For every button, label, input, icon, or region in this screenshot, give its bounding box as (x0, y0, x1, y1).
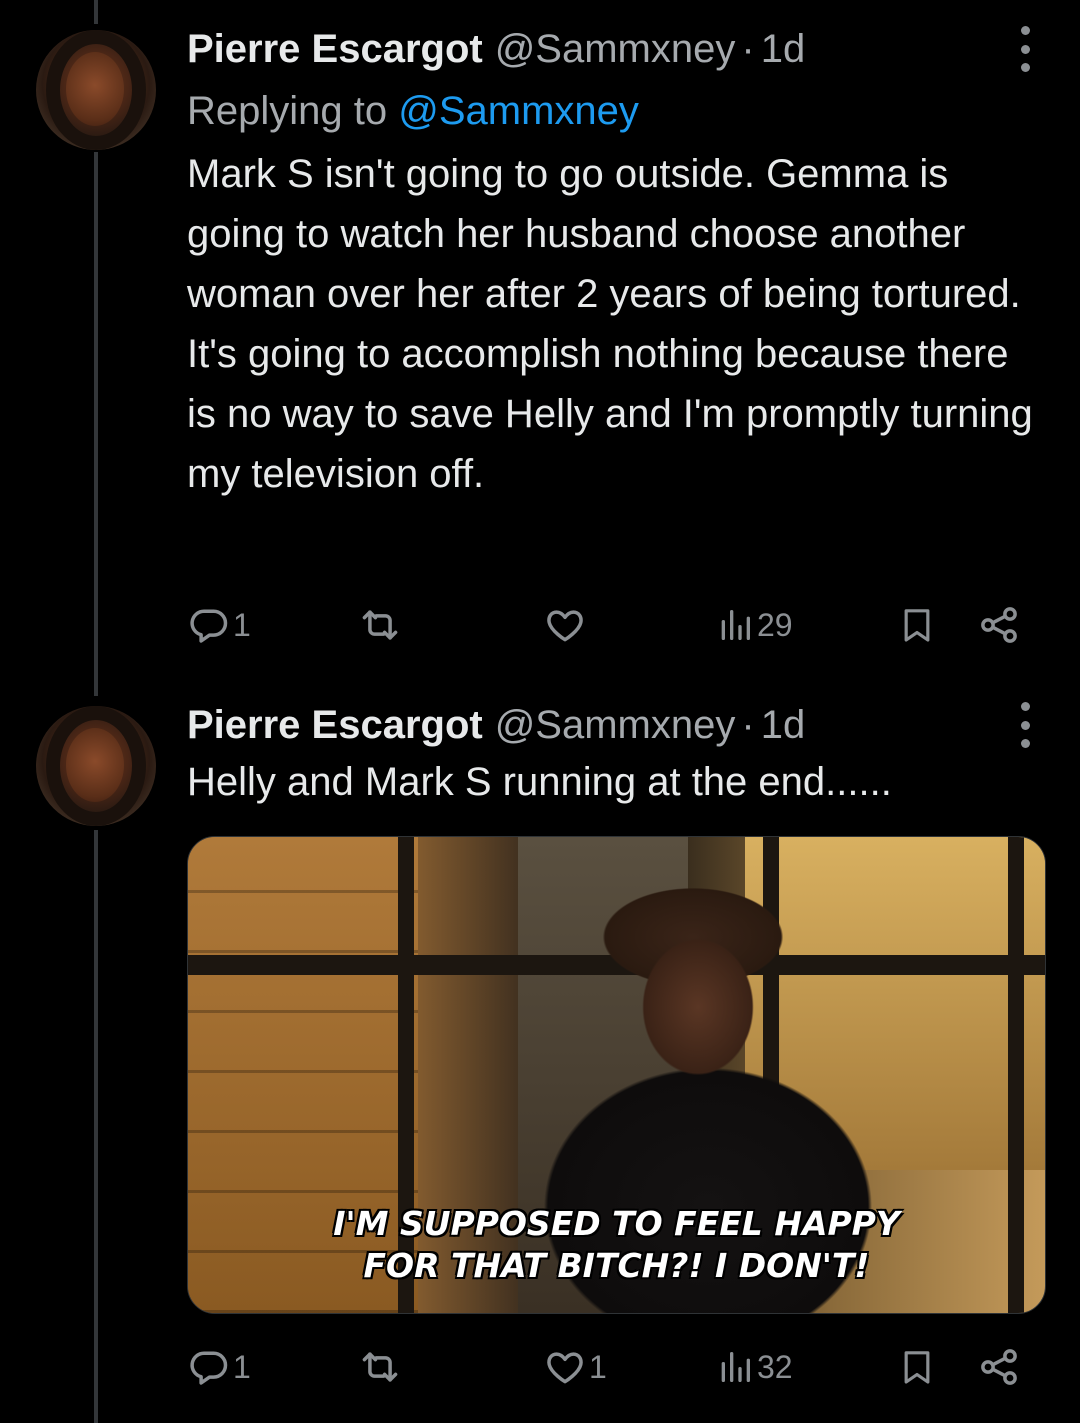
like-button[interactable] (543, 600, 589, 650)
repost-button[interactable] (357, 1342, 405, 1392)
thread-line-top (94, 0, 98, 24)
bookmark-button[interactable] (897, 1342, 937, 1392)
replying-to: Replying to @Sammxney (187, 84, 1040, 138)
mention-link[interactable]: @Sammxney (398, 89, 639, 133)
author-name[interactable]: Pierre Escargot (187, 27, 483, 72)
media-caption: I'M SUPPOSED TO FEEL HAPPY FOR THAT BITC… (188, 1201, 1045, 1313)
share-icon (977, 603, 1021, 647)
more-icon[interactable] (1018, 26, 1032, 72)
share-button[interactable] (977, 1342, 1021, 1392)
views-button[interactable]: 32 (715, 1342, 793, 1392)
tweet: Pierre Escargot @Sammxney · 1d Helly and… (187, 700, 1040, 812)
caption-line-2: FOR THAT BITCH?! I DON'T! (363, 1246, 870, 1285)
views-icon (715, 603, 755, 647)
reply-count: 1 (233, 1348, 251, 1385)
tweet-header: Pierre Escargot @Sammxney · 1d (187, 24, 1040, 74)
tweet-media-gif[interactable]: I'M SUPPOSED TO FEEL HAPPY FOR THAT BITC… (187, 836, 1046, 1314)
repost-icon (357, 1345, 403, 1389)
views-button[interactable]: 29 (715, 600, 793, 650)
thread-line-2 (94, 830, 98, 1423)
tweet-text: Helly and Mark S running at the end.....… (187, 760, 892, 804)
repost-button[interactable] (357, 600, 405, 650)
views-count: 29 (757, 606, 793, 643)
repost-icon (357, 603, 403, 647)
author-handle[interactable]: @Sammxney (495, 703, 736, 748)
reply-icon (187, 603, 231, 647)
reply-button[interactable]: 1 (187, 1342, 251, 1392)
share-icon (977, 1345, 1021, 1389)
tweet-actions: 1 1 32 (187, 1342, 1040, 1392)
replying-prefix: Replying to (187, 89, 388, 133)
avatar[interactable] (36, 30, 156, 150)
avatar[interactable] (36, 706, 156, 826)
bookmark-icon (897, 603, 937, 647)
heart-icon (543, 603, 587, 647)
share-button[interactable] (977, 600, 1021, 650)
tweet: Pierre Escargot @Sammxney · 1d Replying … (187, 24, 1040, 504)
timestamp[interactable]: 1d (761, 27, 806, 72)
caption-line-1: I'M SUPPOSED TO FEEL HAPPY (333, 1204, 900, 1243)
more-icon[interactable] (1018, 702, 1032, 748)
author-name[interactable]: Pierre Escargot (187, 703, 483, 748)
heart-icon (543, 1345, 587, 1389)
tweet-actions: 1 29 (187, 600, 1040, 650)
tweet-header: Pierre Escargot @Sammxney · 1d (187, 700, 1040, 750)
timestamp[interactable]: 1d (761, 703, 806, 748)
views-count: 32 (757, 1348, 793, 1385)
author-handle[interactable]: @Sammxney (495, 27, 736, 72)
bookmark-button[interactable] (897, 600, 937, 650)
separator: · (741, 26, 755, 71)
like-count: 1 (589, 1348, 607, 1385)
bookmark-icon (897, 1345, 937, 1389)
tweet-text: Mark S isn't going to go outside. Gemma … (187, 152, 1033, 496)
separator: · (741, 702, 755, 747)
views-icon (715, 1345, 755, 1389)
reply-button[interactable]: 1 (187, 600, 251, 650)
reply-count: 1 (233, 606, 251, 643)
thread-line-1 (94, 152, 98, 696)
like-button[interactable]: 1 (543, 1342, 607, 1392)
reply-icon (187, 1345, 231, 1389)
